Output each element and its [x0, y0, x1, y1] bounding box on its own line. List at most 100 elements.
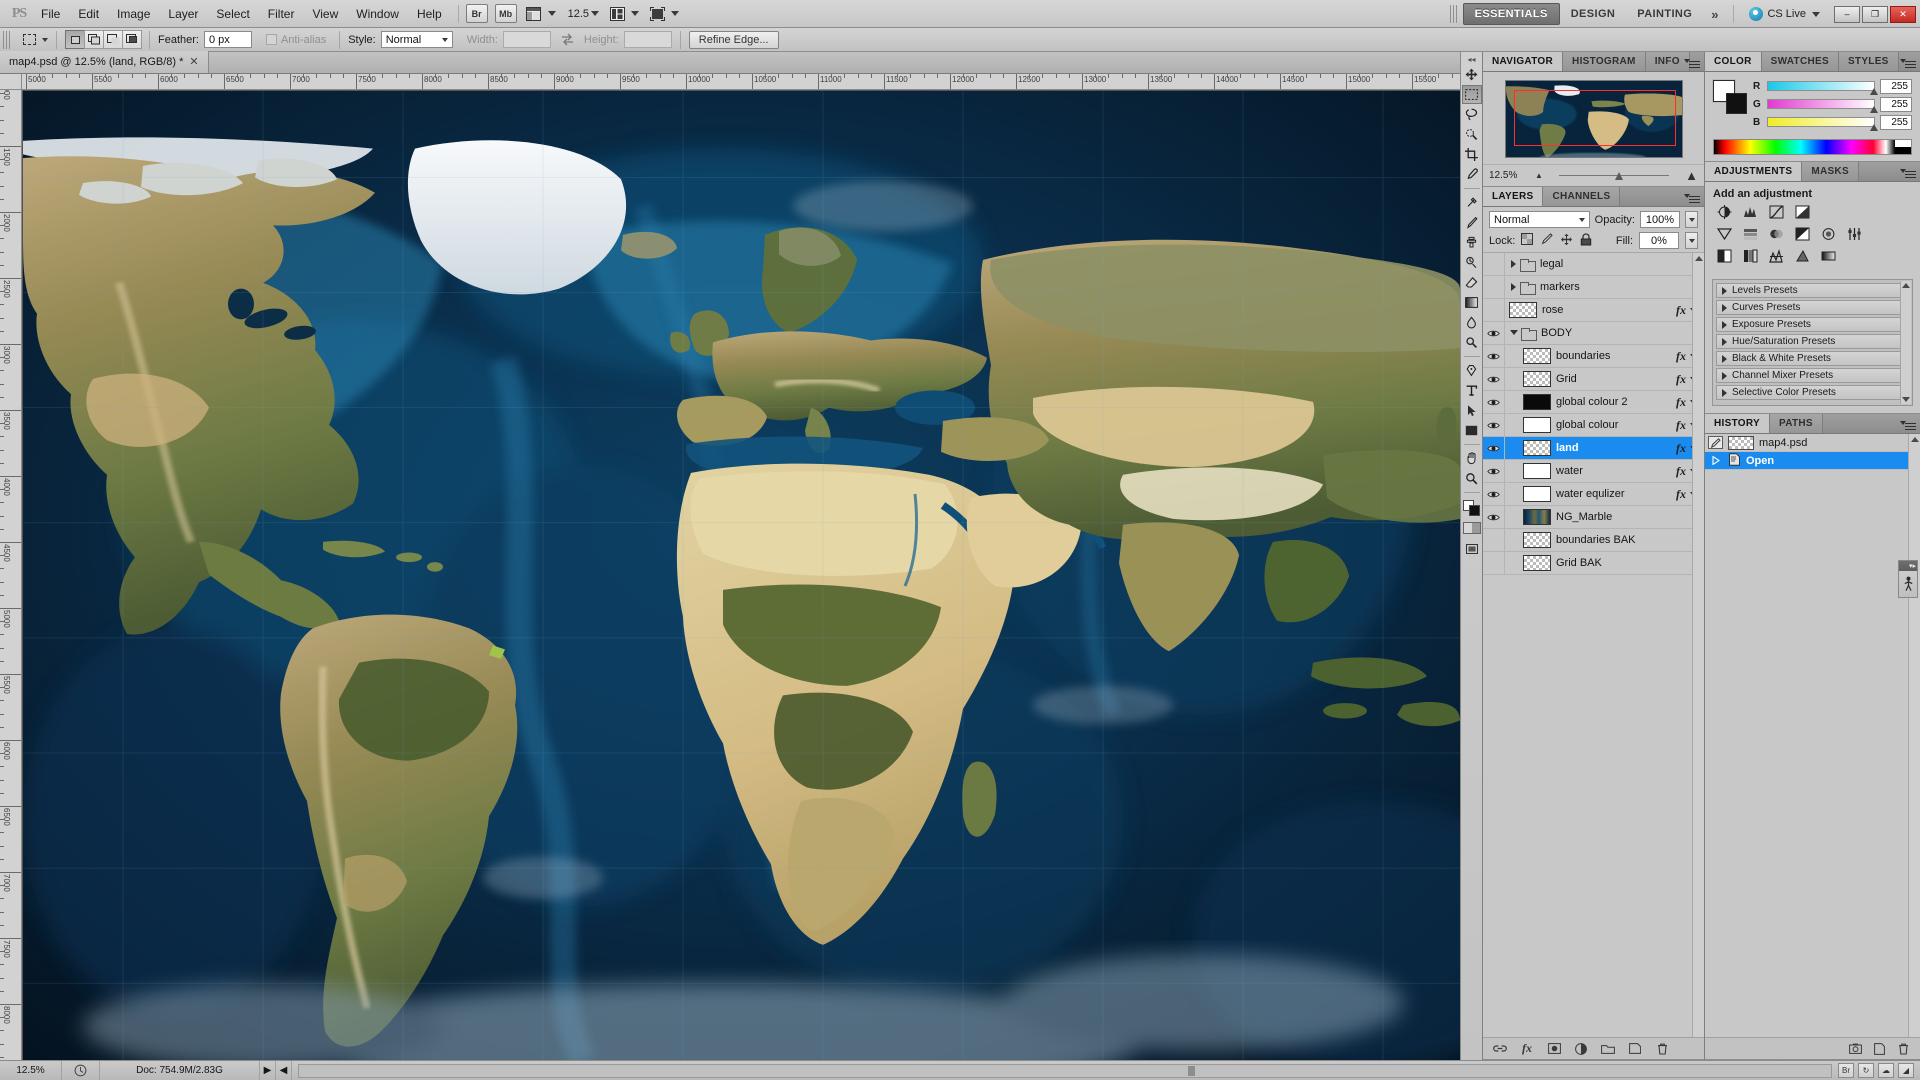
posterize-icon[interactable] — [1742, 248, 1759, 264]
new-selection-button[interactable] — [65, 30, 85, 49]
layer-visibility-toggle[interactable] — [1483, 436, 1505, 460]
navigator-thumbnail[interactable] — [1504, 80, 1683, 158]
menu-help[interactable]: Help — [408, 3, 451, 25]
navigator-zoom-value[interactable]: 12.5% — [1489, 170, 1529, 181]
layer-thumbnail[interactable] — [1523, 532, 1551, 548]
status-popup-arrow-icon[interactable]: ▶ — [260, 1060, 276, 1080]
zoom-chevron-down-icon[interactable] — [591, 11, 600, 16]
chevron-right-icon[interactable] — [1511, 283, 1516, 291]
layer-visibility-toggle[interactable] — [1483, 482, 1505, 506]
channel-slider-g[interactable] — [1767, 99, 1878, 113]
layer-thumbnail[interactable] — [1523, 371, 1551, 387]
history-scrollbar[interactable] — [1908, 434, 1920, 1037]
new-document-icon[interactable] — [1872, 1042, 1886, 1056]
tab-channels[interactable]: CHANNELS — [1543, 187, 1621, 206]
background-color-swatch[interactable] — [1726, 93, 1747, 114]
scroll-down-icon[interactable] — [1902, 397, 1910, 402]
workspace-design[interactable]: DESIGN — [1560, 4, 1627, 24]
layer-visibility-toggle[interactable] — [1483, 528, 1505, 552]
gradient-tool[interactable] — [1462, 293, 1482, 312]
sync-status-icon[interactable]: ↻ — [1858, 1063, 1874, 1078]
chevron-right-icon[interactable] — [1722, 337, 1727, 346]
layer-row[interactable]: global colour fx — [1483, 413, 1704, 437]
menu-view[interactable]: View — [303, 3, 347, 25]
layer-visibility-toggle[interactable] — [1483, 253, 1505, 276]
preset-item[interactable]: Hue/Saturation Presets — [1716, 334, 1909, 349]
add-layer-style-icon[interactable]: fx — [1520, 1041, 1534, 1056]
menu-image[interactable]: Image — [108, 3, 159, 25]
history-brush-tool[interactable] — [1462, 253, 1482, 272]
height-input[interactable] — [623, 31, 672, 48]
rectangular-marquee-icon[interactable] — [16, 30, 42, 49]
opacity-stepper[interactable] — [1685, 211, 1698, 228]
mini-panel-body[interactable] — [1899, 571, 1917, 597]
color-balance-icon[interactable] — [1768, 226, 1785, 242]
layer-visibility-toggle[interactable] — [1483, 459, 1505, 483]
style-select[interactable]: Normal — [380, 31, 453, 48]
tab-layers[interactable]: LAYERS — [1483, 187, 1544, 206]
clone-stamp-tool[interactable] — [1462, 233, 1482, 252]
history-source-icon[interactable] — [1708, 456, 1723, 465]
tools-collapse-icon[interactable]: ◂◂ — [1465, 55, 1479, 64]
tab-paths[interactable]: PATHS — [1770, 414, 1823, 433]
more-workspaces-icon[interactable]: » — [1703, 7, 1726, 22]
history-body[interactable]: map4.psd Open — [1705, 434, 1920, 1037]
fill-input[interactable]: 0% — [1639, 232, 1679, 249]
intersect-with-selection-button[interactable] — [122, 30, 142, 49]
layer-row[interactable]: boundaries BAK — [1483, 528, 1704, 552]
layer-visibility-toggle[interactable] — [1483, 367, 1505, 391]
color-panel-menu-icon[interactable] — [1900, 56, 1916, 67]
subtract-from-selection-button[interactable] — [103, 30, 123, 49]
chevron-right-icon[interactable] — [1722, 354, 1727, 363]
menu-window[interactable]: Window — [347, 3, 408, 25]
zoom-tool[interactable] — [1462, 469, 1482, 488]
delete-icon[interactable] — [1896, 1042, 1910, 1056]
zoom-in-icon[interactable]: ▲ — [1685, 168, 1698, 183]
layer-thumbnail[interactable] — [1523, 486, 1551, 502]
layer-effects-icon[interactable]: fx — [1676, 441, 1690, 456]
layer-thumbnail[interactable] — [1523, 348, 1551, 364]
layer-row[interactable]: boundaries fx — [1483, 344, 1704, 368]
move-tool[interactable] — [1462, 65, 1482, 84]
preset-item[interactable]: Selective Color Presets — [1716, 385, 1909, 400]
chevron-right-icon[interactable] — [1722, 371, 1727, 380]
color-swatch-pair[interactable] — [1713, 80, 1747, 114]
pen-tool[interactable] — [1462, 361, 1482, 380]
history-state-open[interactable]: Open — [1705, 452, 1920, 470]
hand-tool[interactable] — [1462, 449, 1482, 468]
lock-position-icon[interactable] — [1560, 233, 1573, 249]
layer-row[interactable]: water fx — [1483, 459, 1704, 483]
preset-item[interactable]: Levels Presets — [1716, 283, 1909, 298]
brush-tool[interactable] — [1462, 213, 1482, 232]
exposure-icon[interactable] — [1794, 204, 1811, 220]
layer-thumbnail[interactable] — [1523, 555, 1551, 571]
zoom-out-icon[interactable]: ▲ — [1535, 171, 1543, 180]
opacity-input[interactable]: 100% — [1640, 211, 1680, 228]
menu-filter[interactable]: Filter — [259, 3, 304, 25]
navigator-zoom-slider[interactable] — [1549, 170, 1679, 182]
world-map-image[interactable] — [23, 91, 1460, 1060]
invert-icon[interactable] — [1716, 248, 1733, 264]
layer-thumbnail[interactable] — [1523, 509, 1551, 525]
new-group-icon[interactable] — [1601, 1042, 1615, 1056]
cloud-status-icon[interactable]: ☁ — [1878, 1063, 1894, 1078]
channel-slider-r[interactable] — [1767, 81, 1878, 95]
horizontal-scrollbar[interactable] — [298, 1063, 1832, 1078]
eraser-tool[interactable] — [1462, 273, 1482, 292]
screen-mode-icon[interactable] — [647, 4, 667, 23]
quick-mask-icon[interactable] — [1462, 522, 1481, 534]
path-selection-tool[interactable] — [1462, 401, 1482, 420]
eyedropper-tool[interactable] — [1462, 165, 1482, 184]
menu-select[interactable]: Select — [207, 3, 258, 25]
add-to-selection-button[interactable] — [84, 30, 104, 49]
new-adjustment-layer-icon[interactable] — [1574, 1042, 1588, 1056]
crop-tool[interactable] — [1462, 145, 1482, 164]
swap-dimensions-icon[interactable] — [561, 33, 574, 46]
channel-slider-b[interactable] — [1767, 117, 1878, 131]
background-color-swatch[interactable] — [1468, 505, 1480, 516]
new-snapshot-icon[interactable] — [1848, 1042, 1862, 1056]
hue-saturation-icon[interactable] — [1742, 226, 1759, 242]
color-spectrum-ramp[interactable] — [1713, 139, 1912, 155]
layer-visibility-toggle[interactable] — [1483, 344, 1505, 368]
layer-row[interactable]: land fx — [1483, 436, 1704, 460]
